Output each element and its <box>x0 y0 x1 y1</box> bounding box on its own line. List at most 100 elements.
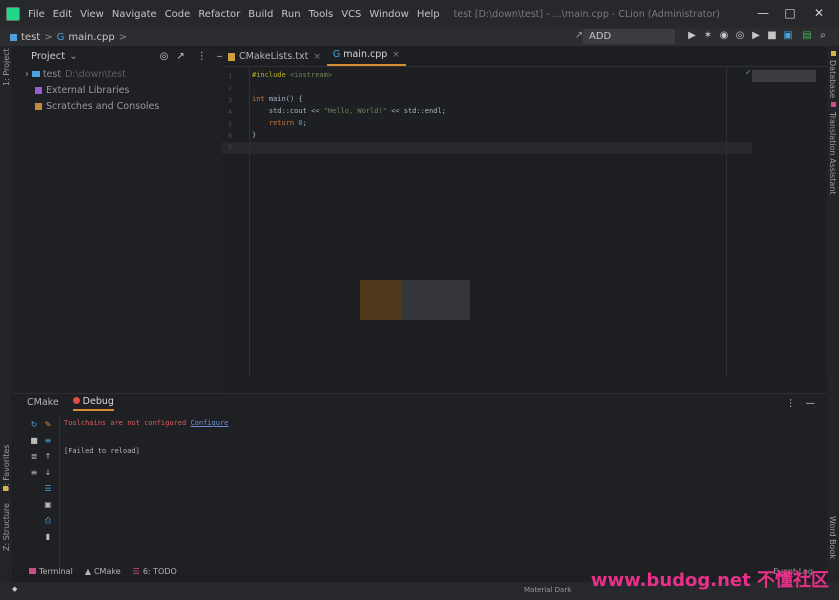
folder-icon <box>31 71 40 77</box>
configure-link[interactable]: Configure <box>190 419 228 427</box>
include-directive: #include <box>252 71 286 79</box>
code-line-1: #include <iostream> <box>252 71 332 79</box>
profile-icon[interactable]: ◎ <box>734 30 746 42</box>
menu-run[interactable]: Run <box>281 9 300 20</box>
options-icon[interactable]: ⋮ <box>786 398 796 409</box>
menu-window[interactable]: Window <box>369 9 408 20</box>
translation-tool-button[interactable]: Translation Assistant <box>828 112 837 195</box>
terminal-button[interactable]: Terminal <box>39 567 73 576</box>
star-icon <box>3 486 8 491</box>
error-message: Toolchains are not configured <box>64 419 191 427</box>
tab-cmakelists[interactable]: CMakeLists.txt × <box>222 47 327 66</box>
chevron-right-icon[interactable]: › <box>25 69 29 80</box>
code-line-3: int main() { <box>252 95 303 103</box>
menu-code[interactable]: Code <box>165 9 191 20</box>
breadcrumb-file[interactable]: main.cpp <box>68 32 114 43</box>
menu-file[interactable]: File <box>28 9 45 20</box>
translation-icon <box>831 102 836 107</box>
theme-indicator[interactable]: Material Dark <box>524 586 571 594</box>
menu-help[interactable]: Help <box>417 9 440 20</box>
bottom-tool-panel: CMake Debug ⋮ — ↻ ✎ ■ ≡ ≣ ↑ ≡ ↓ ☰ ▣ ⎙ ▮ … <box>13 393 827 571</box>
tree-item-test[interactable]: › test D:\down\test <box>13 66 222 82</box>
reload-icon[interactable]: ↻ <box>29 420 39 430</box>
wrap-icon[interactable]: ≣ <box>29 452 39 462</box>
blurred-overlay <box>402 280 470 320</box>
menu-edit[interactable]: Edit <box>53 9 72 20</box>
sort-icon[interactable]: ≡ <box>43 436 53 446</box>
editor-area[interactable]: CMakeLists.txt × G main.cpp × 1 2 3 4 5 … <box>222 46 827 376</box>
locate-icon[interactable]: ◎ <box>160 51 169 62</box>
cpp-file-icon: G <box>332 49 341 60</box>
trash-icon[interactable]: ▮ <box>43 532 53 542</box>
square-icon[interactable]: ▣ <box>43 500 53 510</box>
debug-icon[interactable]: ✶ <box>702 30 714 42</box>
favorites-tool-button[interactable]: 2: Favorites <box>2 445 11 491</box>
code-line-5: return 0; <box>252 119 307 127</box>
code-line-6: } <box>252 131 256 139</box>
tree-item-scratches[interactable]: Scratches and Consoles <box>13 98 222 114</box>
hide-panel-icon[interactable]: — <box>806 398 816 409</box>
console-line: [Failed to reload] <box>64 447 140 455</box>
project-view-selector[interactable]: Project <box>31 51 65 62</box>
todo-button[interactable]: 6: TODO <box>143 567 177 576</box>
todo-icon: ☰ <box>132 566 140 576</box>
options-icon[interactable]: ⋮ <box>197 51 207 62</box>
add-configuration-button[interactable]: ADD CONFIGURATION... <box>583 29 682 57</box>
tab-debug[interactable]: Debug <box>72 396 114 411</box>
tree-item-label: test <box>42 68 62 80</box>
search-icon[interactable]: ⌕ <box>817 30 829 42</box>
code-text: ; <box>302 119 307 127</box>
close-button[interactable]: ✕ <box>812 6 826 20</box>
up-icon[interactable]: ↑ <box>43 452 53 462</box>
tab-main-cpp[interactable]: G main.cpp × <box>326 45 406 66</box>
settings-icon[interactable]: ▤ <box>801 30 813 42</box>
clear-icon[interactable]: ✎ <box>43 420 53 430</box>
tab-cmake[interactable]: CMake <box>27 397 59 410</box>
down-icon[interactable]: ↓ <box>43 468 53 478</box>
code-text: } <box>252 131 257 139</box>
wordbook-tool-button[interactable]: Word Book <box>828 516 837 559</box>
structure-tool-button[interactable]: Z: Structure <box>2 503 11 551</box>
cpp-file-icon: G <box>56 31 65 43</box>
menu-tools[interactable]: Tools <box>309 9 334 20</box>
menu-vcs[interactable]: VCS <box>341 9 361 20</box>
menu-navigate[interactable]: Navigate <box>112 9 157 20</box>
watermark-text: www.budog.net 不懂社区 <box>590 570 829 591</box>
coverage-icon[interactable]: ◉ <box>718 30 730 42</box>
menu-build[interactable]: Build <box>248 9 273 20</box>
bottom-tabs: CMake Debug ⋮ — <box>13 394 827 412</box>
code-text: main() { <box>264 95 303 103</box>
close-tab-icon[interactable]: × <box>313 52 321 62</box>
breadcrumb-project[interactable]: test <box>21 32 40 43</box>
project-structure-icon[interactable]: ▣ <box>782 30 794 42</box>
menu-view[interactable]: View <box>80 9 104 20</box>
close-tab-icon[interactable]: × <box>392 50 400 60</box>
stop-icon[interactable]: ■ <box>29 436 39 446</box>
expand-icon[interactable]: ↗ <box>176 51 184 62</box>
menu-refactor[interactable]: Refactor <box>198 9 240 20</box>
project-tool-button[interactable]: 1: Project <box>2 48 11 86</box>
debug-console[interactable]: Toolchains are not configured Configure … <box>59 416 827 571</box>
line-number: 1 <box>228 72 232 80</box>
left-tool-strip: 1: Project 2: Favorites Z: Structure <box>0 46 13 600</box>
tree-item-external-libraries[interactable]: External Libraries <box>13 82 222 98</box>
cmake-button[interactable]: CMake <box>94 567 121 576</box>
layers-icon[interactable]: ◆ <box>12 585 17 593</box>
minimap-preview[interactable] <box>752 70 816 82</box>
maximize-button[interactable]: □ <box>783 6 797 20</box>
console-line: Toolchains are not configured Configure <box>64 416 827 430</box>
scratches-icon <box>35 102 42 110</box>
stop-icon[interactable]: ■ <box>766 30 778 42</box>
minimize-button[interactable]: — <box>756 6 770 20</box>
line-gutter: 1 2 3 4 5 6 7 <box>222 67 250 376</box>
run-icon[interactable]: ▶ <box>686 30 698 42</box>
resume-icon[interactable]: ▶ <box>750 30 762 42</box>
list-icon[interactable]: ☰ <box>43 484 53 494</box>
filter-icon[interactable]: ≡ <box>29 468 39 478</box>
keyword: int <box>252 95 265 103</box>
print-icon[interactable]: ⎙ <box>43 516 53 526</box>
database-tool-button[interactable]: Database <box>828 60 837 98</box>
tree-item-label: External Libraries <box>46 84 130 96</box>
chevron-down-icon[interactable]: ⌄ <box>69 51 77 62</box>
database-icon <box>831 51 836 56</box>
